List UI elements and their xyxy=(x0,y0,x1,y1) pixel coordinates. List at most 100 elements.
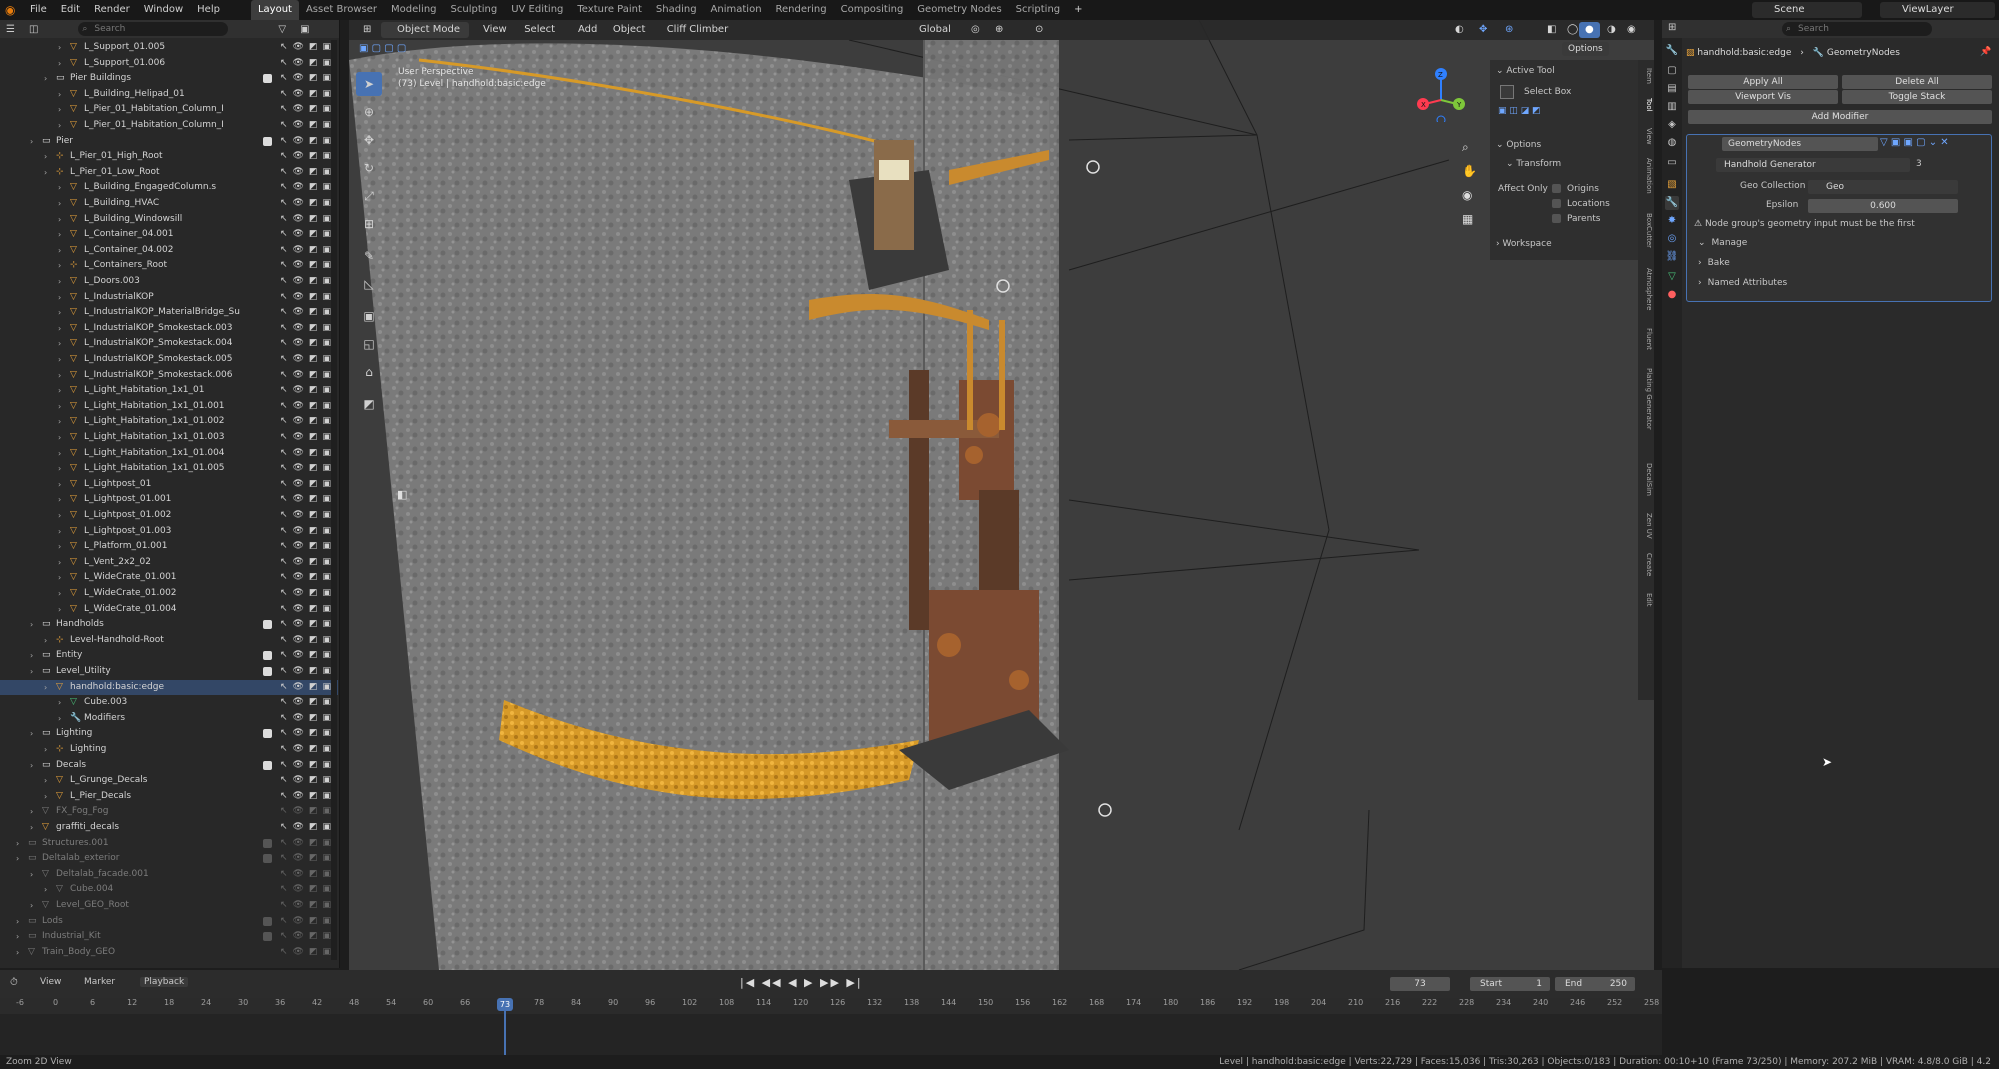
expand-chevron-icon[interactable]: › xyxy=(58,508,61,524)
display-mode-icon[interactable]: ◫ xyxy=(29,24,38,35)
visibility-toggles-icon[interactable]: ↖👁◩▣ xyxy=(280,227,336,243)
expand-chevron-icon[interactable]: › xyxy=(44,165,47,181)
outliner-object-row[interactable]: › ▽ L_Platform_01.001 ↖👁◩▣ xyxy=(0,539,338,555)
expand-chevron-icon[interactable]: › xyxy=(58,180,61,196)
expand-chevron-icon[interactable]: › xyxy=(44,789,47,805)
visibility-toggles-icon[interactable]: ↖👁◩▣ xyxy=(280,945,336,961)
xray-icon[interactable]: ◧ xyxy=(1541,22,1562,38)
sidebar-tab-zen-uv[interactable]: Zen UV xyxy=(1639,513,1653,539)
snap-icon[interactable]: ⊕ xyxy=(989,22,1009,38)
visibility-toggles-icon[interactable]: ↖👁◩▣ xyxy=(280,40,336,56)
visibility-toggles-icon[interactable]: ↖👁◩▣ xyxy=(280,726,336,742)
end-frame-field[interactable]: End 250 xyxy=(1555,977,1635,991)
new-collection-icon[interactable]: ▣ xyxy=(300,24,309,35)
visibility-toggles-icon[interactable]: ↖👁◩▣ xyxy=(280,664,336,680)
workspace-tab-sculpting[interactable]: Sculpting xyxy=(444,0,505,20)
exclude-checkbox[interactable] xyxy=(263,932,272,942)
visibility-icon[interactable]: ◐ xyxy=(1449,22,1470,38)
visibility-toggles-icon[interactable]: ↖👁◩▣ xyxy=(280,102,336,118)
filter-icon[interactable]: ▽ xyxy=(278,24,286,35)
expand-chevron-icon[interactable]: › xyxy=(58,461,61,477)
timeline-menu-view[interactable]: View xyxy=(40,977,61,987)
expand-chevron-icon[interactable]: › xyxy=(58,56,61,72)
sidebar-tab-tool[interactable]: Tool xyxy=(1639,98,1653,112)
outliner-scrollbar[interactable] xyxy=(331,40,337,960)
outliner-object-row[interactable]: › ▽ L_Doors.003 ↖👁◩▣ xyxy=(0,274,338,290)
expand-chevron-icon[interactable]: › xyxy=(58,40,61,56)
outliner-object-row[interactable]: › ▽ L_WideCrate_01.002 ↖👁◩▣ xyxy=(0,586,338,602)
visibility-toggles-icon[interactable]: ↖👁◩▣ xyxy=(280,586,336,602)
outliner-object-row[interactable]: › ▽ Deltalab_facade.001 ↖👁◩▣ xyxy=(0,867,338,883)
expand-chevron-icon[interactable]: › xyxy=(16,836,19,852)
viewport-menu-select[interactable]: Select xyxy=(518,22,561,38)
expand-chevron-icon[interactable]: › xyxy=(58,383,61,399)
visibility-toggles-icon[interactable]: ↖👁◩▣ xyxy=(280,368,336,384)
properties-editor-type-icon[interactable]: ⊞ xyxy=(1668,22,1676,33)
mode-selector[interactable]: Object Mode xyxy=(381,22,469,38)
visibility-toggles-icon[interactable]: ↖👁◩▣ xyxy=(280,820,336,836)
navigation-gizmo[interactable]: Z X Y xyxy=(1411,62,1471,122)
transform-tool-icon[interactable]: ⊞ xyxy=(356,212,382,236)
view-layer-selector[interactable]: ViewLayer xyxy=(1880,2,1995,18)
visibility-toggles-icon[interactable]: ↖👁◩▣ xyxy=(280,149,336,165)
expand-chevron-icon[interactable]: › xyxy=(58,243,61,259)
outliner-object-row[interactable]: › ▽ L_Support_01.005 ↖👁◩▣ xyxy=(0,40,338,56)
exclude-checkbox[interactable] xyxy=(263,74,272,84)
visibility-toggles-icon[interactable]: ↖👁◩▣ xyxy=(280,352,336,368)
outliner-object-row[interactable]: › ▽ Cube.003 ↖👁◩▣ xyxy=(0,695,338,711)
visibility-toggles-icon[interactable]: ↖👁◩▣ xyxy=(280,602,336,618)
expand-chevron-icon[interactable]: › xyxy=(58,321,61,337)
collection-tab-icon[interactable]: ▭ xyxy=(1665,156,1679,170)
outliner-object-row[interactable]: › ▽ L_Light_Habitation_1x1_01.004 ↖👁◩▣ xyxy=(0,446,338,462)
expand-chevron-icon[interactable]: › xyxy=(16,945,19,961)
expand-chevron-icon[interactable]: › xyxy=(58,446,61,462)
physics-tab-icon[interactable]: ◎ xyxy=(1665,232,1679,246)
sidebar-tab-item[interactable]: Item xyxy=(1639,68,1653,84)
expand-chevron-icon[interactable]: › xyxy=(58,227,61,243)
constraints-tab-icon[interactable]: ⛓ xyxy=(1665,250,1679,264)
light-icon[interactable]: ◧ xyxy=(397,488,407,501)
outliner-object-row[interactable]: › ⊹ L_Pier_01_High_Root ↖👁◩▣ xyxy=(0,149,338,165)
expand-chevron-icon[interactable]: › xyxy=(16,914,19,930)
menu-file[interactable]: File xyxy=(23,0,54,20)
playhead[interactable]: 73 xyxy=(497,998,513,1011)
outliner-object-row[interactable]: › ▽ Train_Body_GEO ↖👁◩▣ xyxy=(0,945,338,961)
outliner-collection-row[interactable]: › ▭ Deltalab_exterior ↖👁◩▣ xyxy=(0,851,338,867)
expand-chevron-icon[interactable]: › xyxy=(16,851,19,867)
outliner-collection-row[interactable]: › ▭ Structures.001 ↖👁◩▣ xyxy=(0,836,338,852)
visibility-toggles-icon[interactable]: ↖👁◩▣ xyxy=(280,539,336,555)
sidebar-tab-view[interactable]: View xyxy=(1639,128,1653,145)
outliner-object-row[interactable]: › ▽ graffiti_decals ↖👁◩▣ xyxy=(0,820,338,836)
visibility-toggles-icon[interactable]: ↖👁◩▣ xyxy=(280,742,336,758)
timeline-menu-marker[interactable]: Marker xyxy=(84,977,115,987)
expand-chevron-icon[interactable]: › xyxy=(44,149,47,165)
visibility-toggles-icon[interactable]: ↖👁◩▣ xyxy=(280,773,336,789)
outliner-object-row[interactable]: › ▽ L_Lightpost_01 ↖👁◩▣ xyxy=(0,477,338,493)
pivot-icon[interactable]: ◎ xyxy=(965,22,986,38)
select-box-icon[interactable] xyxy=(1500,85,1514,99)
exclude-checkbox[interactable] xyxy=(263,760,272,770)
playback-controls[interactable]: |◀ ◀◀ ◀ ▶ ▶▶ ▶| xyxy=(740,976,863,989)
outliner-object-row[interactable]: › ▽ L_Building_EngagedColumn.s ↖👁◩▣ xyxy=(0,180,338,196)
exclude-checkbox[interactable] xyxy=(263,667,272,676)
outliner-object-row[interactable]: › ▽ L_Building_HVAC ↖👁◩▣ xyxy=(0,196,338,212)
expand-chevron-icon[interactable]: › xyxy=(44,633,47,649)
gizmo-toggle-icon[interactable]: ✥ xyxy=(1473,22,1493,38)
visibility-toggles-icon[interactable]: ↖👁◩▣ xyxy=(280,492,336,508)
menu-edit[interactable]: Edit xyxy=(54,0,87,20)
outliner-object-row[interactable]: › ▽ L_Pier_01_Habitation_Column_I ↖👁◩▣ xyxy=(0,102,338,118)
viewport-menu-add[interactable]: Add xyxy=(572,22,603,38)
affect-only-origins-checkbox[interactable]: Origins xyxy=(1552,184,1599,194)
visibility-toggles-icon[interactable]: ↖👁◩▣ xyxy=(280,555,336,571)
visibility-toggles-icon[interactable]: ↖👁◩▣ xyxy=(280,914,336,930)
menu-window[interactable]: Window xyxy=(137,0,190,20)
sidebar-tab-decalsim[interactable]: DecalSim xyxy=(1639,463,1653,496)
visibility-toggles-icon[interactable]: ↖👁◩▣ xyxy=(280,446,336,462)
node-group-users[interactable]: 3 xyxy=(1916,159,1922,169)
section-bake[interactable]: › Bake xyxy=(1698,258,1730,268)
shading-rendered-icon[interactable]: ◉ xyxy=(1621,22,1642,38)
outliner-object-row[interactable]: › ⊹ Level-Handhold-Root ↖👁◩▣ xyxy=(0,633,338,649)
outliner-object-row[interactable]: › ⊹ Lighting ↖👁◩▣ xyxy=(0,742,338,758)
outliner-object-row[interactable]: › ▽ L_WideCrate_01.001 ↖👁◩▣ xyxy=(0,570,338,586)
workspace-tab-modeling[interactable]: Modeling xyxy=(384,0,444,20)
